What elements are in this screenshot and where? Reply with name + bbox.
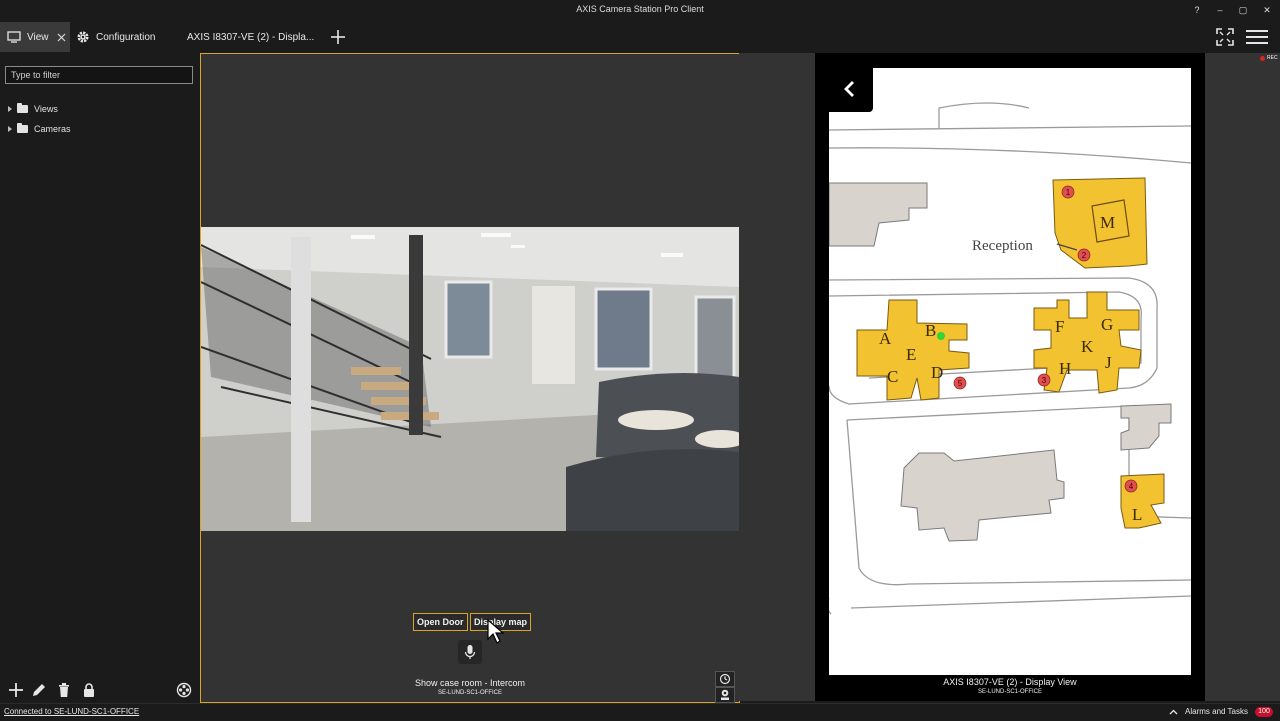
svg-text:E: E: [906, 345, 916, 364]
lobby-scene-image: [201, 227, 739, 531]
history-icon: [719, 673, 731, 685]
add-button[interactable]: [7, 682, 25, 700]
tree-item-label: Views: [34, 104, 58, 114]
open-door-button[interactable]: Open Door: [413, 613, 468, 631]
fullscreen-icon: [1216, 28, 1234, 46]
video-caption: Show case room - Intercom: [414, 678, 526, 688]
camera-icon: [721, 689, 729, 700]
display-view-caption: AXIS I8307-VE (2) - Display View: [943, 677, 1077, 687]
svg-text:F: F: [1055, 317, 1064, 336]
connection-status-link[interactable]: Connected to SE-LUND-SC1-OFFICE: [4, 707, 139, 716]
expand-icon[interactable]: [8, 106, 12, 112]
tab-view[interactable]: View: [0, 22, 70, 52]
film-reel-icon: [176, 682, 192, 698]
close-window-button[interactable]: ✕: [1256, 2, 1278, 18]
microphone-button[interactable]: [458, 640, 482, 664]
alarms-and-tasks-link[interactable]: Alarms and Tasks: [1185, 707, 1248, 716]
record-dot-icon: [1260, 55, 1265, 61]
tab-configuration[interactable]: Configuration: [72, 22, 172, 52]
tab-configuration-label: Configuration: [96, 31, 156, 43]
folder-icon: [17, 103, 28, 113]
reception-label: Reception: [972, 238, 1033, 254]
svg-text:C: C: [887, 367, 898, 386]
svg-text:D: D: [931, 363, 943, 382]
video-subcaption: SE-LUND-SC1-OFFICE: [437, 690, 502, 696]
mouse-cursor-icon: [487, 619, 505, 644]
chevron-up-icon[interactable]: [1169, 709, 1178, 715]
edit-button[interactable]: [30, 682, 48, 700]
svg-text:2: 2: [1082, 251, 1087, 260]
tree-item-views[interactable]: Views: [8, 101, 58, 117]
minimize-button[interactable]: –: [1209, 2, 1231, 18]
lock-button[interactable]: [80, 682, 98, 700]
app-title: AXIS Camera Station Pro Client: [576, 4, 704, 14]
status-bar: Connected to SE-LUND-SC1-OFFICE Alarms a…: [0, 703, 1280, 721]
maximize-button[interactable]: ▢: [1232, 2, 1254, 18]
site-map-drawing: M A B E C D F G K H J L Reception 1 2 3 4 5: [829, 102, 1191, 615]
title-bar: AXIS Camera Station Pro Client ? – ▢ ✕: [0, 0, 1280, 20]
fullscreen-button[interactable]: [1215, 27, 1235, 47]
svg-text:3: 3: [1042, 376, 1047, 385]
playback-button[interactable]: [715, 671, 735, 687]
tab-display-view[interactable]: AXIS I8307-VE (2) - Displa...: [187, 22, 327, 52]
plus-icon: [331, 30, 345, 44]
svg-text:J: J: [1105, 353, 1112, 372]
tab-bar: View Configuration AXIS I8307-VE (2) - D…: [0, 22, 1280, 52]
filter-input[interactable]: [5, 66, 193, 84]
camera-control-button[interactable]: [715, 687, 735, 703]
folder-icon: [17, 123, 28, 133]
tree-item-cameras[interactable]: Cameras: [8, 121, 71, 137]
pencil-icon: [33, 684, 45, 696]
add-tab-button[interactable]: [330, 29, 346, 45]
camera-video-feed[interactable]: [201, 227, 739, 531]
layout-gap: [739, 53, 815, 701]
display-view-subcaption: SE-LUND-SC1-OFFICE: [977, 689, 1042, 695]
tree-item-label: Cameras: [34, 124, 71, 134]
svg-text:4: 4: [1129, 482, 1134, 491]
plus-icon: [9, 683, 23, 697]
gear-icon: [77, 31, 89, 43]
close-tab-icon[interactable]: [57, 33, 66, 42]
display-view-pane[interactable]: M A B E C D F G K H J L Reception 1 2 3 4 5 AXI…: [815, 53, 1205, 701]
svg-text:K: K: [1081, 337, 1094, 356]
svg-text:L: L: [1132, 505, 1142, 524]
rec-label: REC: [1267, 55, 1278, 61]
main-menu-button[interactable]: [1245, 27, 1269, 47]
expand-icon[interactable]: [8, 126, 12, 132]
back-button[interactable]: [829, 68, 873, 112]
current-location-dot: [937, 332, 945, 340]
film-reel-button[interactable]: [175, 682, 193, 700]
help-button[interactable]: ?: [1186, 2, 1208, 18]
svg-text:B: B: [925, 321, 936, 340]
tab-display-view-label: AXIS I8307-VE (2) - Displa...: [187, 31, 315, 43]
video-pane[interactable]: Open Door Display map Show case room - I…: [200, 53, 740, 703]
hamburger-icon: [1246, 30, 1268, 44]
right-strip: REC: [1205, 53, 1280, 701]
svg-text:M: M: [1100, 213, 1115, 232]
lock-icon: [84, 683, 94, 697]
site-map[interactable]: M A B E C D F G K H J L Reception 1 2 3 4 5: [829, 68, 1191, 675]
delete-button[interactable]: [55, 682, 73, 700]
trash-icon: [59, 683, 69, 697]
svg-text:A: A: [879, 329, 892, 348]
microphone-icon: [464, 645, 476, 659]
svg-text:G: G: [1101, 315, 1113, 334]
alarm-count-badge[interactable]: 100: [1255, 707, 1273, 717]
recording-indicator: REC: [1260, 55, 1278, 61]
svg-text:H: H: [1059, 359, 1071, 378]
monitor-icon: [7, 31, 21, 43]
svg-text:1: 1: [1066, 188, 1071, 197]
sidebar: Views Cameras: [0, 52, 200, 702]
chevron-left-icon: [844, 81, 854, 97]
tab-view-label: View: [27, 31, 49, 43]
svg-text:5: 5: [958, 379, 963, 388]
